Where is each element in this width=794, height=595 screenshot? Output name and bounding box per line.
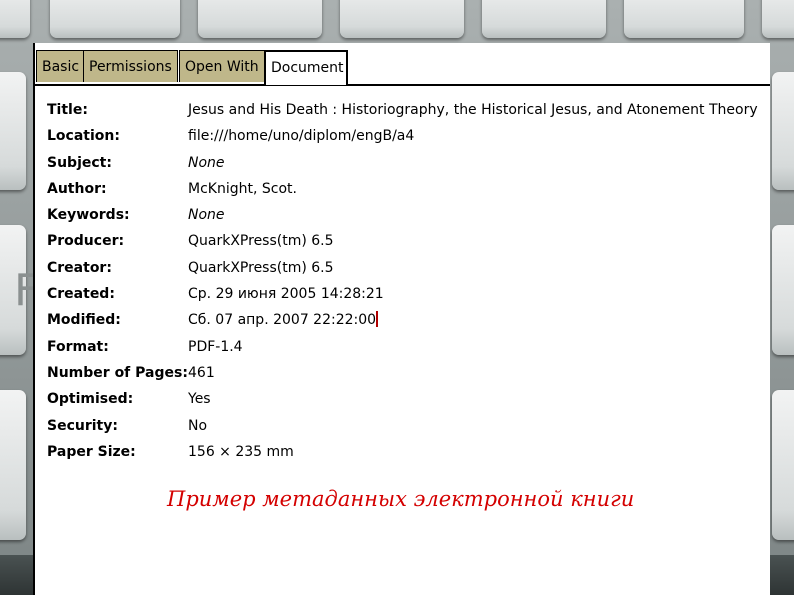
text-cursor [376,311,379,328]
tab-basic[interactable]: Basic [36,50,86,82]
property-value-editable[interactable]: Сб. 07 апр. 2007 22:22:00 [188,307,379,333]
property-row-number-of-pages: Number of Pages: 461 [47,360,758,386]
keyboard-key [340,0,464,38]
property-row-modified: Modified: Сб. 07 апр. 2007 22:22:00 [47,307,758,333]
keyboard-key [50,0,180,38]
property-value: PDF-1.4 [188,338,243,355]
property-value: Jesus and His Death : Historiography, th… [188,102,758,118]
keyboard-key [482,0,606,38]
property-value-text: Сб. 07 апр. 2007 22:22:00 [188,312,377,329]
property-row-format: Format: PDF-1.4 [47,334,758,360]
property-row-created: Created: Ср. 29 июня 2005 14:28:21 [47,281,758,307]
property-label: Location: [47,128,120,145]
keyboard-key [0,390,26,540]
property-row-producer: Producer: QuarkXPress(tm) 6.5 [47,228,758,254]
keyboard-key [624,0,744,38]
keyboard-key [772,225,794,355]
property-value: McKnight, Scot. [188,180,297,197]
keyboard-key [198,0,322,38]
property-label: Title: [47,102,88,118]
property-value: Ср. 29 июня 2005 14:28:21 [188,286,384,303]
property-label: Modified: [47,312,121,329]
property-value: None [188,154,225,171]
tab-open-with[interactable]: Open With [179,50,265,82]
property-row-author: Author: McKnight, Scot. [47,176,758,202]
property-row-optimised: Optimised: Yes [47,386,758,412]
property-label: Format: [47,338,109,355]
property-value: No [188,417,208,434]
property-value: 156 × 235 mm [188,443,294,460]
property-row-security: Security: No [47,413,758,439]
keyboard-key [772,390,794,540]
property-row-keywords: Keywords: None [47,202,758,228]
property-row-creator: Creator: QuarkXPress(tm) 6.5 [47,255,758,281]
property-label: Producer: [47,233,125,250]
property-value: file:///home/uno/diplom/engB/a4 [188,128,415,145]
property-row-title: Title: Jesus and His Death : Historiogra… [47,97,758,123]
tab-document[interactable]: Document [264,50,348,85]
keyboard-key [0,72,26,190]
document-properties: Title: Jesus and His Death : Historiogra… [47,97,758,465]
property-label: Author: [47,180,107,197]
property-value: QuarkXPress(tm) 6.5 [188,233,334,250]
property-label: Keywords: [47,207,130,224]
property-row-subject: Subject: None [47,150,758,176]
tab-bar: Basic Permissions Open With Document [35,50,770,86]
property-row-paper-size: Paper Size: 156 × 235 mm [47,439,758,465]
tab-permissions[interactable]: Permissions [83,50,178,82]
document-properties-dialog: Basic Permissions Open With Document Tit… [33,43,770,595]
property-value: QuarkXPress(tm) 6.5 [188,259,334,276]
keyboard-key [772,72,794,190]
property-label: Paper Size: [47,443,136,460]
keyboard-key [0,0,30,38]
property-label: Subject: [47,154,112,171]
property-label: Created: [47,286,115,303]
keyboard-key [762,0,794,38]
property-value: None [188,207,225,224]
property-row-location: Location: file:///home/uno/diplom/engB/a… [47,123,758,149]
property-label: Optimised: [47,391,134,408]
property-label: Number of Pages: [47,364,188,381]
property-label: Creator: [47,259,112,276]
property-value: 461 [188,364,215,381]
caption: Пример метаданных электронной книги [167,487,635,511]
property-label: Security: [47,417,118,434]
property-value: Yes [188,391,211,408]
